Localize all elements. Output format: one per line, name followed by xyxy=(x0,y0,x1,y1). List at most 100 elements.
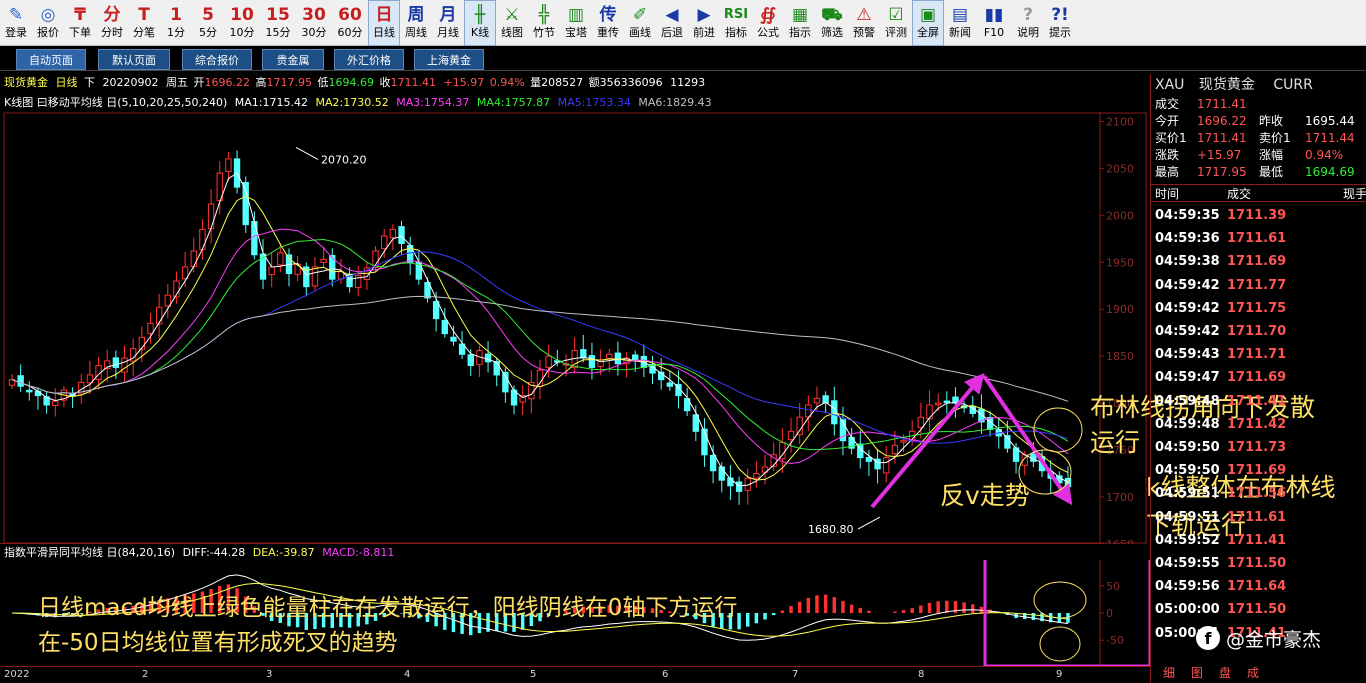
x-tick-label: 2022 xyxy=(4,669,30,680)
tick-row[interactable]: 04:59:47 1711.69 xyxy=(1151,366,1366,389)
alert-button[interactable]: ⚠ 预警 xyxy=(848,0,880,46)
tick-row[interactable]: 04:59:50 1711.69 xyxy=(1151,459,1366,482)
quote-button[interactable]: ◎ 报价 xyxy=(32,0,64,46)
period-week-button[interactable]: 周周线 xyxy=(400,0,432,46)
tower-button[interactable]: ▥ 宝塔 xyxy=(560,0,592,46)
tick-row[interactable]: 05:00:00 1711.50 xyxy=(1151,598,1366,621)
panel-tab-deals[interactable]: 成 xyxy=(1247,663,1259,683)
period-month-button[interactable]: 月月线 xyxy=(432,0,464,46)
period-30m-button[interactable]: 30 30分 xyxy=(296,0,332,46)
candle-body xyxy=(52,400,59,406)
f10-button[interactable]: ▮▮ F10 xyxy=(976,0,1012,46)
ma4-value: MA4:1757.87 xyxy=(476,96,551,109)
evaluate-label: 评测 xyxy=(885,26,907,39)
order-button[interactable]: ₸ 下单 xyxy=(64,0,96,46)
indicate-button[interactable]: ▦ 指示 xyxy=(784,0,816,46)
quote-value: 1711.41 xyxy=(1197,131,1247,145)
tab-precious-metals[interactable]: 贵金属 xyxy=(262,49,324,70)
filter-icon: ⛟ xyxy=(821,5,843,25)
fullscreen-button[interactable]: ▣ 全屏 xyxy=(912,0,944,46)
tick-row[interactable]: 04:59:42 1711.70 xyxy=(1151,320,1366,343)
alert-label: 预警 xyxy=(853,26,875,39)
reload-button[interactable]: 传重传 xyxy=(592,0,624,46)
quote-icon: ◎ xyxy=(40,5,56,25)
intraday-button[interactable]: 分分时 xyxy=(96,0,128,46)
order-label: 下单 xyxy=(69,26,91,39)
panel-tab-detail[interactable]: 细 xyxy=(1163,663,1175,683)
quote-label: 买价1 xyxy=(1155,131,1187,145)
tick-row[interactable]: 04:59:55 1711.50 xyxy=(1151,552,1366,575)
tab-shanghai-gold[interactable]: 上海黄金 xyxy=(414,49,484,70)
period-60m-button[interactable]: 60 60分 xyxy=(332,0,368,46)
tick-row[interactable]: 04:59:51 1711.56 xyxy=(1151,482,1366,505)
indicator-button[interactable]: RSI 指标 xyxy=(720,0,752,46)
bamboo-button[interactable]: ╬ 竹节 xyxy=(528,0,560,46)
draw-line-button[interactable]: ✐ 画线 xyxy=(624,0,656,46)
filter-label: 筛选 xyxy=(821,26,843,39)
period-30m-icon: 30 xyxy=(302,5,326,25)
tick-row[interactable]: 04:59:50 1711.73 xyxy=(1151,436,1366,459)
x-tick-label: 7 xyxy=(792,669,799,680)
evaluate-button[interactable]: ☑ 评测 xyxy=(880,0,912,46)
quote-label: 涨幅 xyxy=(1259,148,1284,162)
tick-row[interactable]: 04:59:48 1711.42 xyxy=(1151,413,1366,436)
hint-button[interactable]: ?! 提示 xyxy=(1044,0,1076,46)
tick-row[interactable]: 04:59:51 1711.61 xyxy=(1151,506,1366,529)
tick-row[interactable]: 04:59:36 1711.61 xyxy=(1151,227,1366,250)
tick-button[interactable]: T 分笔 xyxy=(128,0,160,46)
news-button[interactable]: ▤ 新闻 xyxy=(944,0,976,46)
tab-default-page[interactable]: 默认页面 xyxy=(98,49,170,70)
period-day-button[interactable]: 日日线 xyxy=(368,0,400,46)
tick-price: 1711.64 xyxy=(1227,579,1287,595)
quote-value: 1711.41 xyxy=(1197,97,1247,111)
quote-label: 今开 xyxy=(1155,114,1180,128)
period-5m-button[interactable]: 5 5分 xyxy=(192,0,224,46)
tick-row[interactable]: 04:59:35 1711.39 xyxy=(1151,204,1366,227)
quote-label: 昨收 xyxy=(1259,114,1284,128)
forward-button[interactable]: ▶ 前进 xyxy=(688,0,720,46)
ma6-value: MA6:1829.43 xyxy=(638,96,712,109)
tick-time: 04:59:48 xyxy=(1155,393,1220,409)
tick-row[interactable]: 04:59:52 1711.41 xyxy=(1151,529,1366,552)
tab-composite-quote[interactable]: 综合报价 xyxy=(182,49,252,70)
candle-body xyxy=(432,301,440,320)
forward-icon: ▶ xyxy=(697,5,711,25)
tick-row[interactable]: 04:59:48 1711.41 xyxy=(1151,390,1366,413)
tick-header-time: 时间 xyxy=(1155,187,1180,201)
panel-tab-board[interactable]: 盘 xyxy=(1219,663,1231,683)
tick-row[interactable]: 04:59:56 1711.64 xyxy=(1151,575,1366,598)
tick-row[interactable]: 04:59:42 1711.77 xyxy=(1151,274,1366,297)
tab-auto-page[interactable]: 自动页面 xyxy=(16,49,86,70)
login-button[interactable]: ✎ 登录 xyxy=(0,0,32,46)
formula-button[interactable]: ∯ 公式 xyxy=(752,0,784,46)
kline-button[interactable]: ╫ K线 xyxy=(464,0,496,46)
period-15m-icon: 15 xyxy=(266,5,290,25)
help-desc-button[interactable]: ? 说明 xyxy=(1012,0,1044,46)
tick-row[interactable]: 04:59:38 1711.69 xyxy=(1151,250,1366,273)
period-1m-button[interactable]: 1 1分 xyxy=(160,0,192,46)
ma-legend-title: K线图 曰移动平均线 日(5,10,20,25,50,240) xyxy=(4,96,228,109)
period-15m-button[interactable]: 15 15分 xyxy=(260,0,296,46)
quote-label: 涨跌 xyxy=(1155,148,1180,162)
quote-value: 1696.22 xyxy=(1197,114,1247,128)
y-tick-label: 1700 xyxy=(1106,491,1134,504)
line-chart-button[interactable]: ⚔ 线图 xyxy=(496,0,528,46)
tick-row[interactable]: 04:59:42 1711.75 xyxy=(1151,297,1366,320)
candle-body xyxy=(17,375,24,387)
tick-time: 04:59:36 xyxy=(1155,231,1220,247)
macd-legend-title: 指数平滑异同平均线 日(84,20,16) xyxy=(4,546,176,559)
back-button[interactable]: ◀ 后退 xyxy=(656,0,688,46)
panel-tab-chart[interactable]: 图 xyxy=(1191,663,1203,683)
filter-button[interactable]: ⛟ 筛选 xyxy=(816,0,848,46)
tick-icon: T xyxy=(138,5,150,25)
chart-header: 现货黄金 日线 下 20220902 周五 开1696.22 高1717.95 … xyxy=(0,74,1150,92)
tab-forex-price[interactable]: 外汇价格 xyxy=(334,49,404,70)
tick-time: 04:59:42 xyxy=(1155,324,1220,339)
macd-dea-value: DEA:-39.87 xyxy=(252,546,315,559)
candle-body xyxy=(320,258,327,263)
bamboo-icon: ╬ xyxy=(538,5,550,25)
candle-body xyxy=(813,397,821,404)
period-1m-label: 1分 xyxy=(167,26,185,39)
period-10m-button[interactable]: 10 10分 xyxy=(224,0,260,46)
tick-row[interactable]: 04:59:43 1711.71 xyxy=(1151,343,1366,366)
